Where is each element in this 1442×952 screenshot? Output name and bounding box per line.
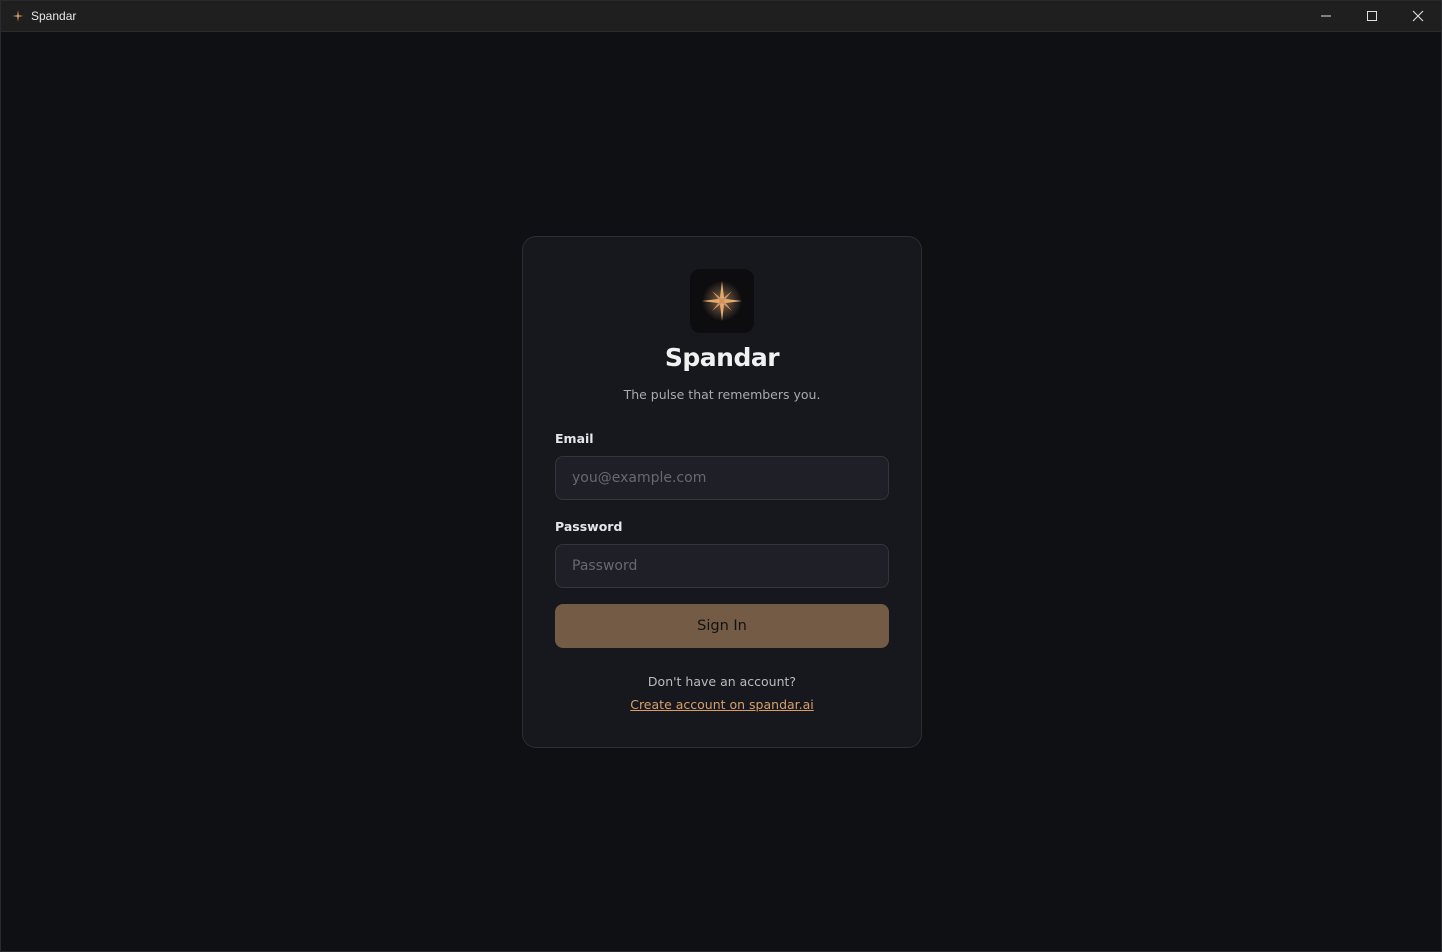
maximize-icon xyxy=(1367,11,1377,21)
create-account-row: Create account on spandar.ai xyxy=(523,697,921,712)
app-logo xyxy=(690,269,754,333)
window-title: Spandar xyxy=(31,9,77,23)
tagline: The pulse that remembers you. xyxy=(623,387,821,402)
spark-star-icon xyxy=(702,281,742,321)
minimize-button[interactable] xyxy=(1303,1,1349,31)
create-account-link[interactable]: Create account on spandar.ai xyxy=(630,697,814,712)
minimize-icon xyxy=(1321,15,1331,17)
maximize-button[interactable] xyxy=(1349,1,1395,31)
password-field[interactable] xyxy=(555,544,889,588)
spark-star-icon xyxy=(12,10,24,22)
sign-in-button[interactable]: Sign In xyxy=(555,604,889,648)
no-account-text: Don't have an account? xyxy=(647,674,797,689)
app-name: Spandar xyxy=(664,343,780,372)
login-card: Spandar The pulse that remembers you. Em… xyxy=(522,236,922,748)
title-bar[interactable]: Spandar xyxy=(1,1,1441,32)
window-controls xyxy=(1303,1,1441,31)
email-field[interactable] xyxy=(555,456,889,500)
password-label: Password xyxy=(555,519,623,534)
close-icon xyxy=(1412,10,1424,22)
email-label: Email xyxy=(555,431,594,446)
app-window: Spandar Spandar The pulse that remembers… xyxy=(0,0,1442,952)
close-button[interactable] xyxy=(1395,1,1441,31)
